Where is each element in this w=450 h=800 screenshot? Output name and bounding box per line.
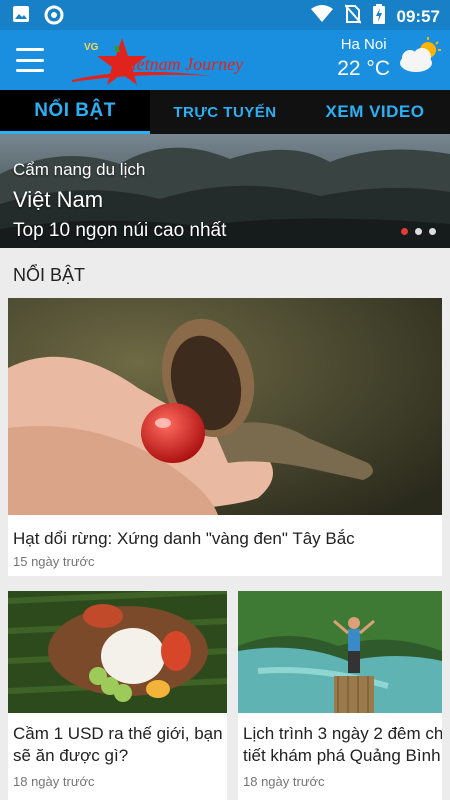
- article-time: 18 ngày trước: [13, 774, 95, 789]
- hero-caption-line2: Việt Nam: [13, 187, 104, 212]
- tab-xem-video[interactable]: XEM VIDEO: [300, 90, 450, 134]
- app-bar: VG Vietnam Journey Ha Noi 22 °C: [0, 30, 450, 90]
- article-title-line2: sẽ ăn được gì?: [13, 746, 129, 765]
- weather-city: Ha Noi: [340, 36, 387, 53]
- battery-charging-icon: [372, 4, 385, 29]
- svg-text:VG: VG: [84, 42, 99, 53]
- article-card[interactable]: Lịch trình 3 ngày 2 đêm ch tiết khám phá…: [238, 591, 442, 800]
- article-time: 18 ngày trước: [243, 774, 325, 789]
- no-sim-icon: [343, 4, 362, 29]
- article-image: [8, 298, 442, 515]
- weather-widget[interactable]: Ha Noi 22 °C: [337, 36, 442, 81]
- carousel-dot-3[interactable]: [429, 228, 436, 235]
- section-title: NỔI BẬT: [13, 265, 86, 285]
- tab-bar: NỔI BẬT TRỰC TUYẾN XEM VIDEO: [0, 90, 450, 134]
- hero-banner[interactable]: Cẩm nang du lịch Việt Nam Top 10 ngọn nú…: [0, 134, 450, 248]
- article-title-line2: tiết khám phá Quảng Bình: [243, 746, 441, 765]
- article-image: [238, 591, 442, 713]
- gallery-icon: [12, 5, 30, 30]
- weather-temperature: 22 °C: [337, 57, 390, 80]
- sync-icon: [44, 5, 64, 30]
- clock: 09:57: [396, 6, 440, 26]
- hero-caption-line3: Top 10 ngọn núi cao nhất: [13, 220, 227, 241]
- logo-text: Vietnam Journey: [122, 54, 244, 74]
- carousel-dots: [401, 228, 436, 235]
- partly-cloudy-icon: [396, 36, 442, 81]
- article-image: [8, 591, 227, 713]
- menu-button[interactable]: [16, 48, 44, 72]
- article-title: Hạt dổi rừng: Xứng danh "vàng đen" Tây B…: [13, 529, 355, 548]
- tab-noi-bat[interactable]: NỔI BẬT: [0, 90, 150, 134]
- article-title-line1: Cầm 1 USD ra thế giới, bạn: [13, 724, 223, 743]
- tab-truc-tuyen[interactable]: TRỰC TUYẾN: [150, 90, 300, 134]
- article-title-line1: Lịch trình 3 ngày 2 đêm ch: [243, 724, 442, 743]
- featured-article-card[interactable]: Hạt dổi rừng: Xứng danh "vàng đen" Tây B…: [8, 298, 442, 576]
- hero-caption-line1: Cẩm nang du lịch: [13, 160, 146, 179]
- carousel-dot-1[interactable]: [401, 228, 408, 235]
- wifi-icon: [310, 5, 333, 28]
- carousel-dot-2[interactable]: [415, 228, 422, 235]
- article-card[interactable]: Cầm 1 USD ra thế giới, bạn sẽ ăn được gì…: [8, 591, 227, 800]
- status-bar: 09:57: [0, 0, 450, 30]
- article-time: 15 ngày trước: [13, 554, 95, 569]
